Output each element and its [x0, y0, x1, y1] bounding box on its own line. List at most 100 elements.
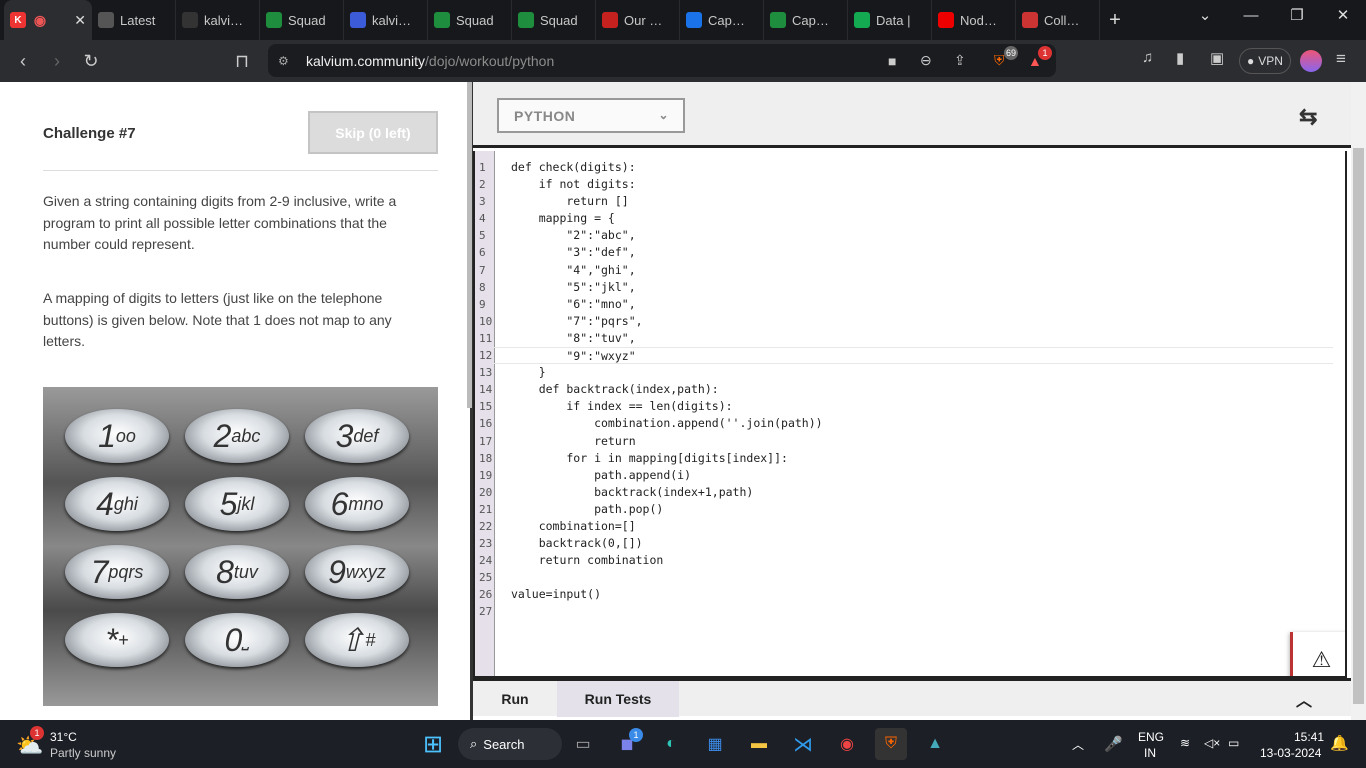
notification-bell-icon[interactable]: 🔔 [1330, 734, 1349, 752]
edge-icon[interactable]: ◐ [655, 728, 687, 760]
sheets-icon [434, 12, 450, 28]
photos-icon[interactable]: ▲ [919, 728, 951, 760]
address-toolbar: ‹ › ↻ ⊓ ⚙ kalvium.community/dojo/workout… [0, 40, 1366, 82]
key-digit: 0 [224, 621, 243, 658]
language-select[interactable]: PYTHON ⌄ [497, 98, 685, 133]
language-label: PYTHON [514, 107, 576, 124]
line-number: 8 [479, 280, 486, 294]
brave-icon[interactable]: ⛨ [875, 728, 907, 760]
close-window-button[interactable]: ✕ [1320, 0, 1366, 30]
chevron-up-icon[interactable]: ︿ [1289, 681, 1319, 717]
leaf-icon [854, 12, 870, 28]
youtube-icon [938, 12, 954, 28]
chrome-icon[interactable]: ◉ [831, 728, 863, 760]
key-digit: 3 [335, 417, 354, 454]
sidebar-icon[interactable]: ▮ [1176, 49, 1184, 67]
music-icon[interactable]: ♫ [1142, 49, 1153, 66]
key-letters: def [353, 425, 379, 446]
code-line: 14 def backtrack(index,path): [475, 381, 1345, 398]
volume-muted-icon[interactable]: ◁× [1204, 736, 1220, 750]
reload-icon[interactable]: ↻ [74, 44, 108, 78]
code-text: } [511, 365, 546, 380]
browser-tab[interactable]: Squad [260, 0, 344, 40]
taskbar-search[interactable]: ⌕ Search [458, 728, 562, 760]
wifi-icon[interactable]: ≋ [1180, 736, 1190, 750]
scrollbar-thumb[interactable] [1353, 148, 1364, 704]
browser-tab[interactable]: Capsto [680, 0, 764, 40]
minimize-button[interactable]: — [1228, 0, 1274, 30]
tab-active[interactable]: K ◉ ✕ [4, 0, 92, 40]
skip-button[interactable]: Skip (0 left) [308, 111, 438, 154]
browser-tab[interactable]: Capsto [764, 0, 848, 40]
tab-label: Our Lea [624, 12, 664, 28]
run-tests-button[interactable]: Run Tests [557, 681, 679, 717]
new-tab-button[interactable]: + [1100, 9, 1130, 32]
chevron-up-tray-icon[interactable]: ︿ [1072, 736, 1084, 753]
tab-search-chevron-icon[interactable]: ⌄ [1182, 0, 1228, 30]
line-number: 6 [479, 246, 486, 260]
lang-bottom: IN [1144, 746, 1156, 760]
browser-tab[interactable]: kalvium [344, 0, 428, 40]
maximize-button[interactable]: ❐ [1274, 0, 1320, 30]
browser-tab[interactable]: kalvium [176, 0, 260, 40]
warning-icon[interactable]: ⚠ [1290, 632, 1345, 676]
key-letters: ghi [113, 493, 138, 514]
kalvium-logo-icon: K [10, 12, 26, 28]
line-number: 18 [479, 451, 493, 465]
run-button[interactable]: Run [489, 681, 541, 717]
zoom-icon[interactable]: ⊖ [920, 52, 932, 69]
code-text: def check(digits): [511, 160, 636, 174]
browser-tab[interactable]: Collabo [1016, 0, 1100, 40]
back-icon[interactable]: ‹ [6, 44, 40, 78]
share-icon[interactable]: ⇪ [954, 52, 966, 69]
key-letters: + [117, 629, 129, 650]
store-icon[interactable]: ▦ [699, 728, 731, 760]
code-editor[interactable]: 1 def check(digits): 2 if not digits: 3 ret… [473, 151, 1347, 678]
file-explorer-icon[interactable]: ▬ [743, 728, 775, 760]
page-scrollbar[interactable] [1351, 82, 1366, 720]
forward-icon[interactable]: › [40, 44, 74, 78]
tab-close-icon[interactable]: ✕ [74, 12, 86, 29]
code-line: 16 combination.append(''.join(path)) [475, 415, 1345, 432]
line-number: 20 [479, 485, 493, 499]
wallet-icon[interactable]: ▣ [1210, 49, 1224, 67]
line-number: 13 [479, 366, 493, 380]
key-digit: * [105, 621, 118, 658]
profile-avatar[interactable] [1300, 50, 1322, 72]
bookmark-icon[interactable]: ⊓ [225, 44, 259, 78]
clock-time: 15:41 [1294, 730, 1325, 744]
menu-icon[interactable]: ≡ [1336, 49, 1346, 69]
vscode-icon[interactable]: ⋊ [787, 728, 819, 760]
task-view-icon[interactable]: ▭ [567, 728, 599, 760]
battery-icon[interactable]: ▭ [1228, 736, 1239, 750]
challenge-title: Challenge #7 [43, 125, 136, 142]
gmail-icon [602, 12, 618, 28]
code-text: "3":"def", [511, 245, 636, 260]
chevron-down-icon: ⌄ [658, 108, 669, 122]
camera-icon[interactable]: ■ [888, 53, 896, 69]
browser-tab[interactable]: Latest [92, 0, 176, 40]
brave-shield-icon[interactable]: ⛨ [994, 52, 1005, 69]
windows-start-icon[interactable]: ⊞ [417, 728, 449, 760]
code-line: 19 path.append(i) [475, 467, 1345, 484]
microphone-icon[interactable]: 🎤 [1104, 735, 1123, 753]
site-info-icon[interactable]: ⚙ [278, 54, 289, 68]
line-number: 12 [479, 349, 493, 363]
browser-tab[interactable]: Node.J [932, 0, 1016, 40]
browser-tab[interactable]: Squad [512, 0, 596, 40]
browser-tab[interactable]: Data | [848, 0, 932, 40]
editor-panel: PYTHON ⌄ ⇆ 1 def check(digits): 2 if not d… [473, 82, 1351, 720]
browser-tab[interactable]: Squad [428, 0, 512, 40]
line-number: 21 [479, 502, 493, 516]
code-line: 23 backtrack(0,[]) [475, 535, 1345, 552]
line-number: 2 [479, 178, 486, 192]
browser-tab[interactable]: Our Lea [596, 0, 680, 40]
swap-layout-icon[interactable]: ⇆ [1299, 104, 1317, 130]
splitter-handle[interactable] [467, 82, 472, 408]
tab-label: Squad [288, 12, 326, 28]
keypad-key: 8 tuv [185, 545, 289, 599]
code-text: "2":"abc", [511, 228, 636, 243]
url-bar[interactable]: ⚙ kalvium.community/dojo/workout/python … [268, 44, 1056, 77]
vpn-button[interactable]: ● VPN [1239, 48, 1291, 74]
code-line: 8 "5":"jkl", [475, 279, 1345, 296]
